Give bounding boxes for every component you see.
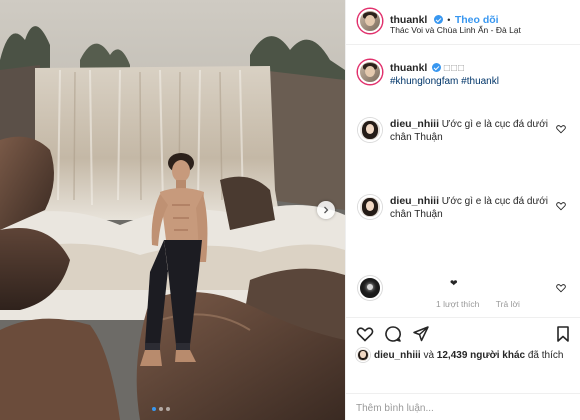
action-bar [346, 317, 580, 347]
likes-others-count[interactable]: 12,439 người khác [437, 350, 525, 361]
post-header: thuankl • Theo dõi Thác Voi và Chùa Linh… [346, 0, 580, 45]
liker-avatar[interactable] [356, 348, 370, 362]
liker-username[interactable]: dieu_nhiii [374, 350, 421, 361]
reply-meta: 1 lượt thích Trả lời [436, 299, 520, 309]
post-photo[interactable] [0, 0, 345, 420]
caption-username[interactable]: thuankl [390, 62, 427, 74]
carousel-dot [152, 407, 156, 411]
reply-button[interactable]: Trả lời [496, 299, 520, 309]
caption-hashtags[interactable]: #khunglongfam #thuankl [390, 75, 570, 88]
post-location[interactable]: Thác Voi và Chùa Linh Ẩn - Đà Lạt [390, 25, 521, 35]
bookmark-icon[interactable] [554, 325, 572, 343]
reply-heart-symbol: ❤ [450, 278, 458, 288]
comment-username[interactable]: dieu_nhiii [390, 118, 439, 130]
likes-connector: và [420, 349, 437, 361]
likes-suffix: đã thích [525, 349, 564, 361]
commenter-avatar[interactable] [358, 118, 382, 142]
commenter-avatar[interactable] [358, 276, 382, 300]
comment: dieu_nhiii Ước gì e là cục đá dưới chân … [390, 118, 548, 144]
add-comment-area [346, 393, 580, 420]
reply-likes-count[interactable]: 1 lượt thích [436, 299, 479, 309]
carousel-dot [166, 407, 170, 411]
carousel-dots [152, 407, 170, 411]
header-separator: • [447, 15, 451, 25]
waterfall-photo [0, 0, 345, 420]
post-sidebar: thuankl • Theo dõi Thác Voi và Chùa Linh… [345, 0, 580, 420]
share-icon[interactable] [412, 325, 430, 343]
carousel-dot [159, 407, 163, 411]
caption-emoji: □□□ [443, 63, 466, 74]
verified-badge-icon [432, 63, 442, 72]
comment-bubble-icon[interactable] [384, 325, 402, 343]
comment-like-heart-icon[interactable] [556, 201, 566, 211]
comment: dieu_nhiii Ước gì e là cục đá dưới chân … [390, 195, 548, 221]
like-heart-icon[interactable] [356, 325, 374, 343]
chevron-right-icon [324, 206, 329, 214]
comment-like-heart-icon[interactable] [556, 283, 566, 293]
comment-input[interactable] [356, 399, 571, 417]
comment-username[interactable]: dieu_nhiii [390, 195, 439, 207]
caption-author-avatar[interactable] [358, 60, 382, 84]
author-avatar[interactable] [358, 9, 382, 33]
carousel-next-button[interactable] [317, 201, 335, 219]
verified-badge-icon [433, 15, 443, 24]
likes-summary: dieu_nhiii và 12,439 người khác đã thích [356, 348, 563, 362]
caption: thuankl □□□ #khunglongfam #thuankl [390, 62, 570, 88]
comment-like-heart-icon[interactable] [556, 124, 566, 134]
commenter-avatar[interactable] [358, 195, 382, 219]
